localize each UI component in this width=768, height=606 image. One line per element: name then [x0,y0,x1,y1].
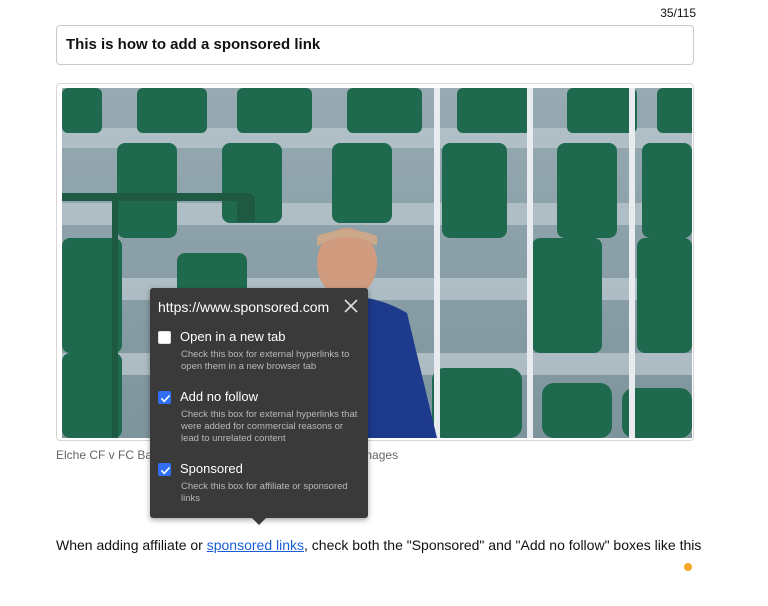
link-url: https://www.sponsored.com [158,299,330,315]
status-dot [684,563,692,571]
character-counter: 35/115 [660,6,696,20]
close-icon[interactable] [343,298,359,314]
title-input[interactable]: This is how to add a sponsored link [56,25,694,65]
add-no-follow-checkbox[interactable] [158,391,171,404]
option-help: Check this box for external hyperlinks t… [181,409,358,444]
open-new-tab-checkbox[interactable] [158,331,171,344]
link-settings-popover: https://www.sponsored.com Open in a new … [150,288,368,525]
sponsored-links-link[interactable]: sponsored links [207,537,304,553]
option-label: Add no follow [180,389,259,404]
option-help: Check this box for affiliate or sponsore… [181,481,348,504]
body-paragraph[interactable]: When adding affiliate or sponsored links… [56,535,706,555]
option-label: Open in a new tab [180,329,286,344]
sponsored-checkbox[interactable] [158,463,171,476]
option-help: Check this box for external hyperlinks t… [181,349,350,372]
option-label: Sponsored [180,461,243,476]
